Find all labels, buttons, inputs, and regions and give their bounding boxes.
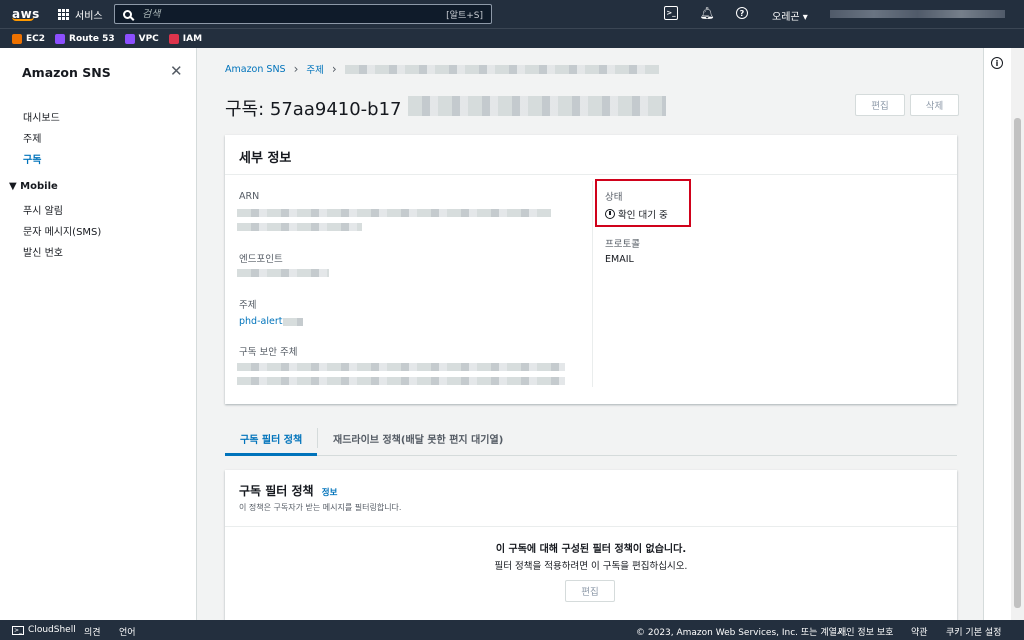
close-icon[interactable]: ✕: [170, 62, 183, 80]
tab-divider: [317, 428, 318, 448]
help-icon[interactable]: ?: [736, 7, 748, 19]
cloudshell-icon[interactable]: >_: [664, 6, 678, 20]
cookie-preferences-link[interactable]: 쿠키 기본 설정: [946, 625, 1001, 638]
sidebar-title[interactable]: Amazon SNS: [22, 65, 111, 80]
tab-redrive-policy[interactable]: 재드라이브 정책(배달 못한 편지 대기열): [333, 431, 503, 446]
chevron-right-icon: ›: [331, 62, 337, 76]
cloudshell-label: CloudShell: [28, 625, 76, 635]
grid-icon: [58, 8, 69, 20]
services-menu-button[interactable]: 서비스: [58, 7, 103, 22]
cloudshell-footer-button[interactable]: >_ CloudShell: [12, 625, 76, 635]
chevron-right-icon: ›: [293, 62, 299, 76]
scrollbar-thumb[interactable]: [1014, 118, 1021, 608]
principal-value-redacted-2: [237, 377, 565, 385]
page-title: 구독: 57aa9410-b17: [225, 99, 402, 120]
tab-bar: 구독 필터 정책 재드라이브 정책(배달 못한 편지 대기열): [225, 424, 957, 456]
privacy-link[interactable]: 개인 정보 보호: [838, 625, 893, 638]
sidebar-item-push[interactable]: 푸시 알림: [23, 202, 63, 217]
details-header: 세부 정보: [225, 135, 957, 175]
services-label: 서비스: [75, 10, 103, 22]
notifications-bell-icon[interactable]: 🔔︎: [699, 6, 714, 20]
status-highlight-box: [595, 179, 691, 227]
filter-policy-description: 이 정책은 구독자가 받는 메시지를 필터링합니다.: [239, 503, 402, 512]
endpoint-label: 엔드포인트: [239, 254, 283, 265]
favorites-bar: EC2 Route 53 VPC IAM: [0, 28, 1024, 48]
filter-policy-panel: 구독 필터 정책 정보 이 정책은 구독자가 받는 메시지를 필터링합니다. 이…: [225, 470, 957, 620]
empty-state-description: 필터 정책을 적용하려면 이 구독을 편집하십시오.: [494, 561, 688, 572]
title-redacted: [408, 96, 666, 116]
sidebar-item-topics[interactable]: 주제: [23, 130, 41, 145]
top-icons-group: >_ 🔔︎ ?: [664, 6, 748, 20]
filter-policy-title: 구독 필터 정책: [239, 484, 314, 498]
edit-button[interactable]: 편집: [855, 94, 905, 116]
filter-policy-title-row: 구독 필터 정책 정보: [239, 482, 337, 499]
cloudshell-icon: >_: [12, 625, 25, 635]
empty-state-title: 이 구독에 대해 구성된 필터 정책이 없습니다.: [495, 544, 687, 555]
footer: >_ CloudShell 의견 언어 © 2023, Amazon Web S…: [0, 620, 1024, 640]
search-icon: [123, 9, 132, 19]
protocol-label: 프로토콜: [605, 239, 640, 250]
favorite-label: IAM: [182, 33, 203, 44]
favorite-label: Route 53: [69, 33, 115, 44]
principal-value-redacted: [237, 363, 565, 371]
favorite-label: VPC: [138, 33, 159, 44]
topic-suffix-redacted: [283, 318, 303, 326]
aws-logo[interactable]: aws: [0, 7, 46, 21]
topic-link[interactable]: phd-alert: [239, 316, 282, 327]
filter-edit-button[interactable]: 편집: [565, 580, 615, 602]
favorite-iam[interactable]: IAM: [168, 33, 203, 44]
search-input[interactable]: [142, 8, 442, 20]
terms-link[interactable]: 약관: [911, 625, 928, 638]
language-link[interactable]: 언어: [119, 625, 136, 638]
favorite-vpc[interactable]: VPC: [124, 33, 159, 44]
details-panel: 세부 정보 ARN 엔드포인트 주제 phd-alert 구독 보안 주체 상태…: [225, 135, 957, 404]
region-selector[interactable]: 오레곤 ▾: [772, 8, 808, 23]
search-box[interactable]: [알트+S]: [114, 4, 492, 24]
favorite-label: EC2: [26, 33, 46, 44]
aws-logo-text: aws: [12, 7, 40, 21]
favorite-ec2[interactable]: EC2: [12, 33, 46, 44]
column-divider: [592, 181, 593, 387]
arn-value-redacted-2: [237, 223, 362, 231]
panel-divider: [225, 526, 957, 527]
arn-value-redacted: [237, 209, 551, 217]
info-icon[interactable]: i: [991, 57, 1003, 69]
route53-icon: [55, 33, 66, 44]
sidebar-item-subscriptions[interactable]: 구독: [23, 151, 41, 166]
active-tab-indicator: [225, 453, 317, 456]
principal-label: 구독 보안 주체: [239, 347, 298, 358]
vpc-icon: [124, 33, 135, 44]
breadcrumb-sns[interactable]: Amazon SNS: [225, 64, 286, 75]
favorite-route53[interactable]: Route 53: [55, 33, 115, 44]
top-navigation: aws 서비스 [알트+S] >_ 🔔︎ ? 오레곤 ▾: [0, 0, 1024, 28]
iam-icon: [168, 33, 179, 44]
sidebar: Amazon SNS ✕ 대시보드 주제 구독 ▼ Mobile 푸시 알림 문…: [0, 48, 197, 620]
delete-button[interactable]: 삭제: [910, 94, 959, 116]
endpoint-value-redacted: [237, 269, 329, 277]
ec2-icon: [12, 33, 22, 44]
copyright-text: © 2023, Amazon Web Services, Inc. 또는 계열사…: [636, 628, 849, 638]
tab-filter-policy[interactable]: 구독 필터 정책: [240, 431, 302, 446]
sidebar-section-mobile[interactable]: ▼ Mobile: [9, 181, 58, 192]
sidebar-item-origination-numbers[interactable]: 발신 번호: [23, 244, 63, 259]
sidebar-item-sms[interactable]: 문자 메시지(SMS): [23, 223, 101, 238]
breadcrumb-topics[interactable]: 주제: [306, 62, 323, 76]
arn-label: ARN: [239, 191, 260, 202]
search-shortcut-hint: [알트+S]: [446, 10, 483, 21]
feedback-link[interactable]: 의견: [84, 625, 101, 638]
topic-label: 주제: [239, 300, 257, 311]
scrollbar[interactable]: [1011, 48, 1024, 620]
help-panel-rail: [983, 48, 1011, 620]
protocol-value: EMAIL: [605, 254, 634, 265]
breadcrumb-current-redacted: [344, 64, 659, 74]
info-link[interactable]: 정보: [322, 488, 338, 498]
breadcrumb: Amazon SNS › 주제 ›: [225, 62, 659, 76]
account-menu-redacted[interactable]: [830, 10, 1005, 18]
sidebar-item-dashboard[interactable]: 대시보드: [23, 109, 60, 124]
